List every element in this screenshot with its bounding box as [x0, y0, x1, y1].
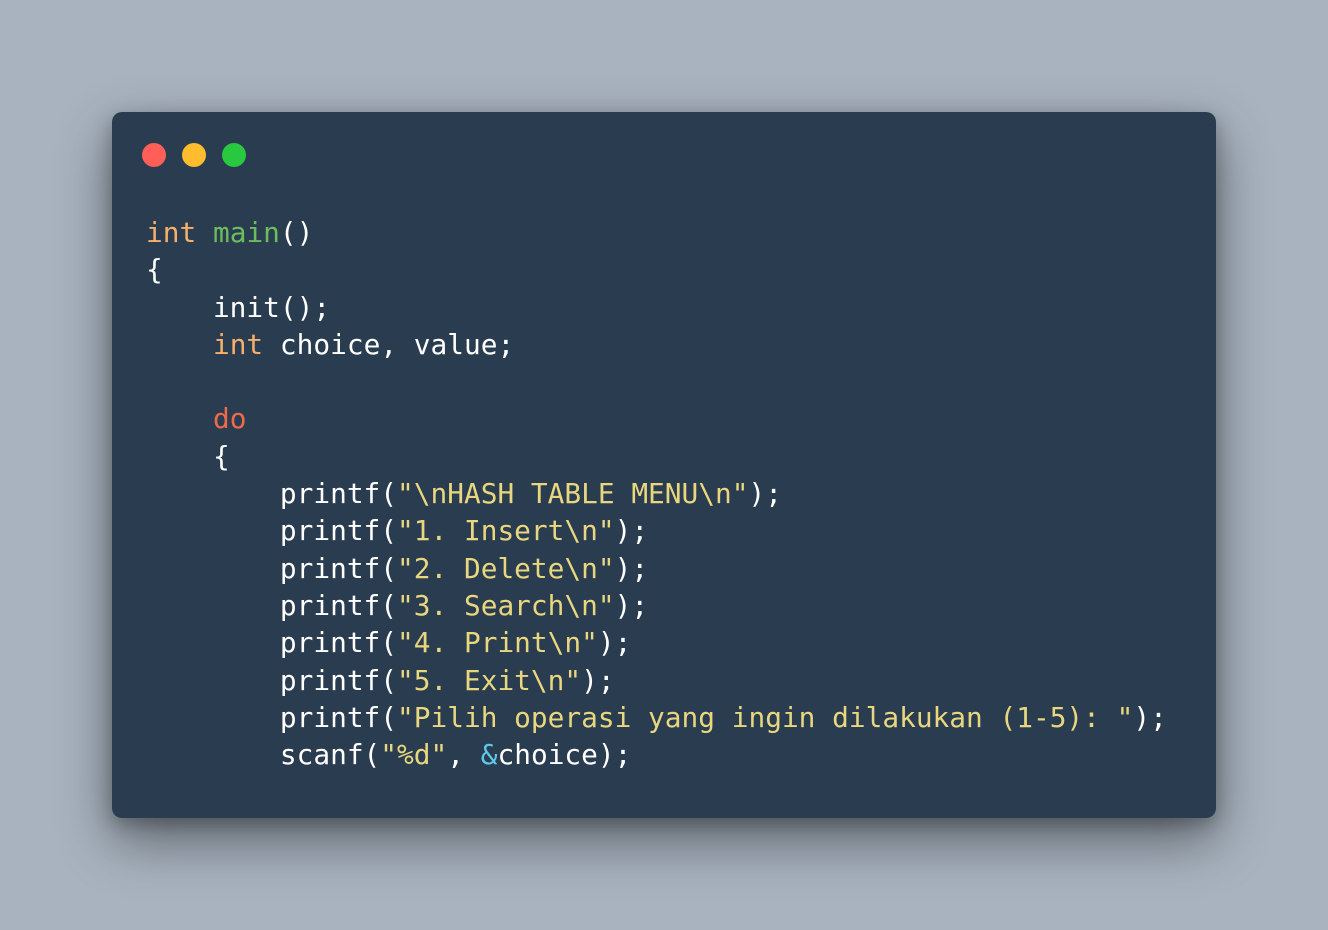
code-token: printf(	[146, 626, 398, 660]
code-line: init();	[146, 289, 1167, 326]
code-token-keyword: do	[212, 402, 247, 436]
code-line: do	[146, 400, 1167, 437]
code-token-operator: &	[480, 738, 498, 772]
maximize-button[interactable]	[222, 143, 246, 167]
code-line: {	[146, 438, 1167, 475]
code-token: printf(	[146, 551, 398, 585]
code-token: {	[146, 253, 163, 287]
code-token: printf(	[146, 514, 398, 548]
code-token: );	[597, 626, 632, 660]
code-token: );	[614, 551, 649, 585]
code-token: );	[614, 588, 649, 622]
code-token: choice, value;	[263, 327, 515, 361]
code-line: printf("2. Delete\n");	[146, 550, 1167, 587]
code-token: ,	[447, 738, 481, 772]
code-line: int choice, value;	[146, 326, 1167, 363]
minimize-button[interactable]	[182, 143, 206, 167]
code-line: printf("4. Print\n");	[146, 624, 1167, 661]
code-token: printf(	[146, 588, 398, 622]
code-token-string: "\nHASH TABLE MENU\n"	[397, 477, 749, 511]
code-line: int main()	[146, 214, 1167, 251]
code-token: printf(	[146, 663, 398, 697]
code-block: int main(){ init(); int choice, value; d…	[146, 214, 1167, 773]
code-token: ()	[279, 216, 314, 249]
code-token: {	[146, 439, 230, 473]
code-line: printf("\nHASH TABLE MENU\n");	[146, 475, 1167, 512]
code-token-string: "Pilih operasi yang ingin dilakukan (1-5…	[397, 700, 1134, 734]
code-token-string: "2. Delete\n"	[397, 551, 615, 585]
code-token-string: "3. Search\n"	[397, 588, 615, 622]
code-line: scanf("%d", &choice);	[146, 736, 1167, 773]
code-token: );	[614, 514, 649, 548]
code-token: init();	[146, 290, 331, 324]
code-token-string: "4. Print\n"	[397, 626, 598, 660]
code-token: );	[1133, 700, 1167, 734]
code-token: choice);	[497, 738, 632, 772]
code-line: printf("1. Insert\n");	[146, 512, 1167, 549]
code-line: {	[146, 251, 1167, 288]
code-token: );	[581, 663, 615, 697]
code-token-type: int	[212, 327, 264, 361]
code-line: printf("Pilih operasi yang ingin dilakuk…	[146, 699, 1167, 736]
code-token-string: "%d"	[380, 738, 448, 772]
code-token-string: "5. Exit\n"	[397, 663, 582, 697]
code-token: );	[748, 477, 782, 511]
code-token-function: main	[212, 216, 280, 249]
code-line: printf("3. Search\n");	[146, 587, 1167, 624]
code-line: printf("5. Exit\n");	[146, 662, 1167, 699]
code-token-type: int	[146, 216, 197, 249]
code-token: scanf(	[146, 738, 381, 772]
code-token: printf(	[146, 477, 398, 511]
code-window: int main(){ init(); int choice, value; d…	[112, 112, 1216, 818]
code-token: printf(	[146, 700, 398, 734]
close-button[interactable]	[142, 143, 166, 167]
code-token-string: "1. Insert\n"	[397, 514, 615, 548]
